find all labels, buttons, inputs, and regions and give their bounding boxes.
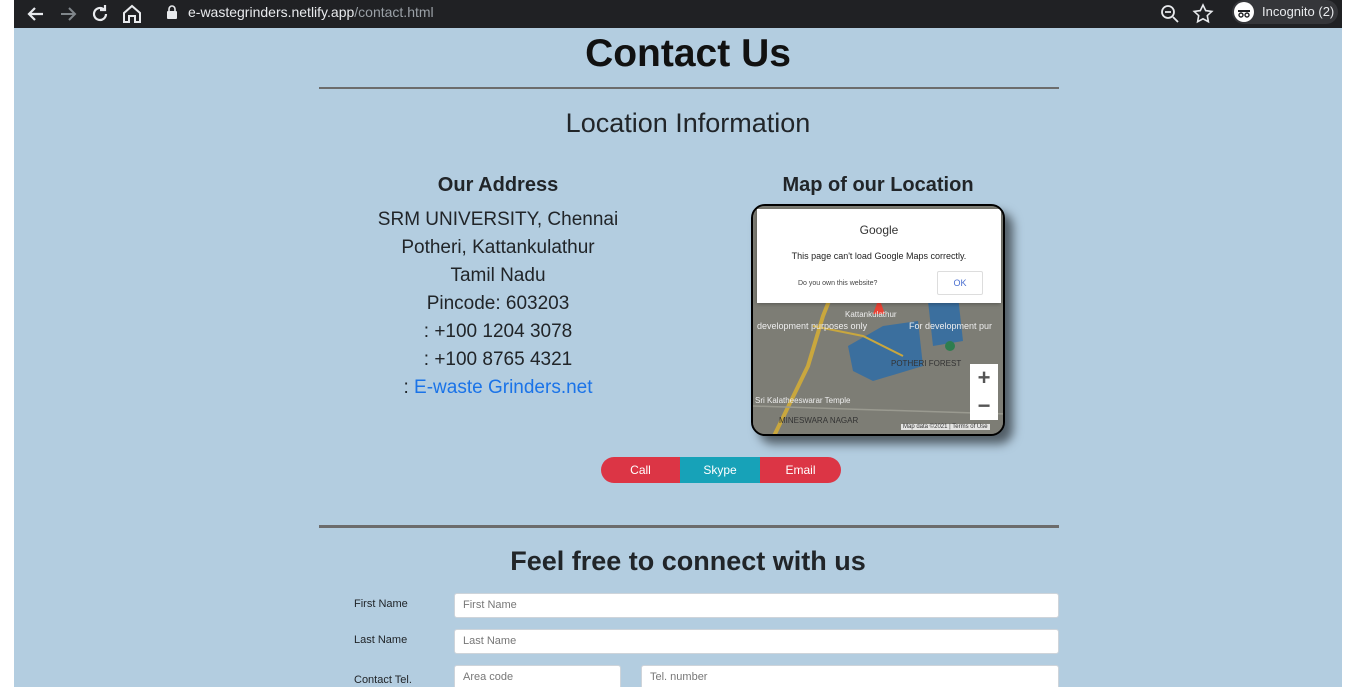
contact-button-group: Call Skype Email bbox=[601, 457, 841, 483]
dialog-brand: Google bbox=[859, 223, 899, 237]
maps-error-dialog: Google This page can't load Google Maps … bbox=[757, 209, 1001, 303]
map-label-dev: development purposes only bbox=[757, 321, 868, 331]
map-label-nagar: MINESWARA NAGAR bbox=[779, 416, 859, 425]
location-heading: Location Information bbox=[565, 108, 811, 138]
call-button[interactable]: Call bbox=[601, 457, 680, 483]
dialog-question: Do you own this website? bbox=[798, 280, 878, 287]
address-title: Our Address bbox=[437, 174, 559, 196]
browser-window: e-wastegrinders.netlify.app/contact.html… bbox=[14, 0, 1342, 687]
url-path: /contact.html bbox=[354, 4, 434, 20]
map-terms-link[interactable]: Terms of Use bbox=[952, 424, 987, 430]
dialog-message: This page can't load Google Maps correct… bbox=[791, 251, 967, 261]
website-prefix: : bbox=[403, 377, 415, 398]
incognito-badge[interactable]: Incognito (2) bbox=[1232, 0, 1338, 24]
map-label-forest: POTHERI FOREST bbox=[891, 359, 962, 368]
first-name-label: First Name bbox=[354, 598, 408, 610]
address-pincode: Pincode: 603203 bbox=[426, 293, 570, 314]
map-data-text: Map data ©2021 bbox=[903, 424, 948, 430]
form-heading: Feel free to connect with us bbox=[510, 546, 866, 576]
lock-icon bbox=[167, 5, 177, 19]
bookmark-star-icon[interactable] bbox=[1191, 2, 1215, 26]
area-code-input[interactable]: Area code bbox=[454, 665, 621, 687]
dialog-ok-button[interactable]: OK bbox=[937, 271, 983, 295]
map-label-dev-2: For development pur bbox=[909, 321, 993, 331]
website-link[interactable]: E-waste Grinders.net bbox=[414, 377, 592, 398]
tel-number-input[interactable]: Tel. number bbox=[641, 665, 1059, 687]
address-column: Our Address SRM UNIVERSITY, Chennai Poth… bbox=[369, 174, 627, 402]
zoom-in-button[interactable]: + bbox=[970, 364, 998, 392]
incognito-label: Incognito (2) bbox=[1262, 4, 1335, 19]
address-line-2: Potheri, Kattankulathur bbox=[401, 237, 595, 258]
form-divider bbox=[319, 525, 1059, 528]
address-phone-2: : +100 8765 4321 bbox=[423, 349, 573, 370]
last-name-label: Last Name bbox=[354, 634, 408, 646]
incognito-icon bbox=[1234, 2, 1254, 22]
map-attribution: Map data ©2021 | Terms of Use bbox=[901, 424, 990, 430]
map-label-temple: Sri Kalatheeswarar Temple bbox=[755, 396, 851, 405]
page-title: Contact Us bbox=[585, 32, 791, 75]
map-label-town: Kattankulathur bbox=[845, 310, 897, 319]
map-title: Map of our Location bbox=[782, 174, 974, 196]
address-line-1: SRM UNIVERSITY, Chennai bbox=[377, 209, 619, 230]
zoom-out-icon[interactable] bbox=[1158, 2, 1182, 26]
google-map[interactable]: Google This page can't load Google Maps … bbox=[751, 204, 1005, 436]
address-phone-1: : +100 1204 3078 bbox=[423, 321, 573, 342]
email-button[interactable]: Email bbox=[760, 457, 841, 483]
reload-icon[interactable] bbox=[88, 2, 112, 26]
home-icon[interactable] bbox=[120, 2, 144, 26]
first-name-input[interactable]: First Name bbox=[454, 593, 1059, 618]
contact-tel-label: Contact Tel. bbox=[354, 674, 412, 686]
address-line-3: Tamil Nadu bbox=[450, 265, 546, 286]
forward-arrow-icon[interactable] bbox=[56, 2, 80, 26]
back-arrow-icon[interactable] bbox=[24, 2, 48, 26]
last-name-input[interactable]: Last Name bbox=[454, 629, 1059, 654]
url-text: e-wastegrinders.netlify.app/contact.html bbox=[188, 4, 434, 20]
address-bar[interactable]: e-wastegrinders.netlify.app/contact.html bbox=[156, 0, 1200, 24]
title-divider bbox=[319, 87, 1059, 89]
page-content: Contact Us Location Information Our Addr… bbox=[14, 28, 1342, 687]
skype-button[interactable]: Skype bbox=[680, 457, 760, 483]
map-zoom-control: + − bbox=[970, 364, 998, 420]
zoom-out-button[interactable]: − bbox=[970, 392, 998, 420]
browser-toolbar: e-wastegrinders.netlify.app/contact.html… bbox=[14, 0, 1342, 28]
address-website: : E-waste Grinders.net bbox=[369, 374, 627, 402]
url-host: e-wastegrinders.netlify.app bbox=[188, 4, 355, 20]
